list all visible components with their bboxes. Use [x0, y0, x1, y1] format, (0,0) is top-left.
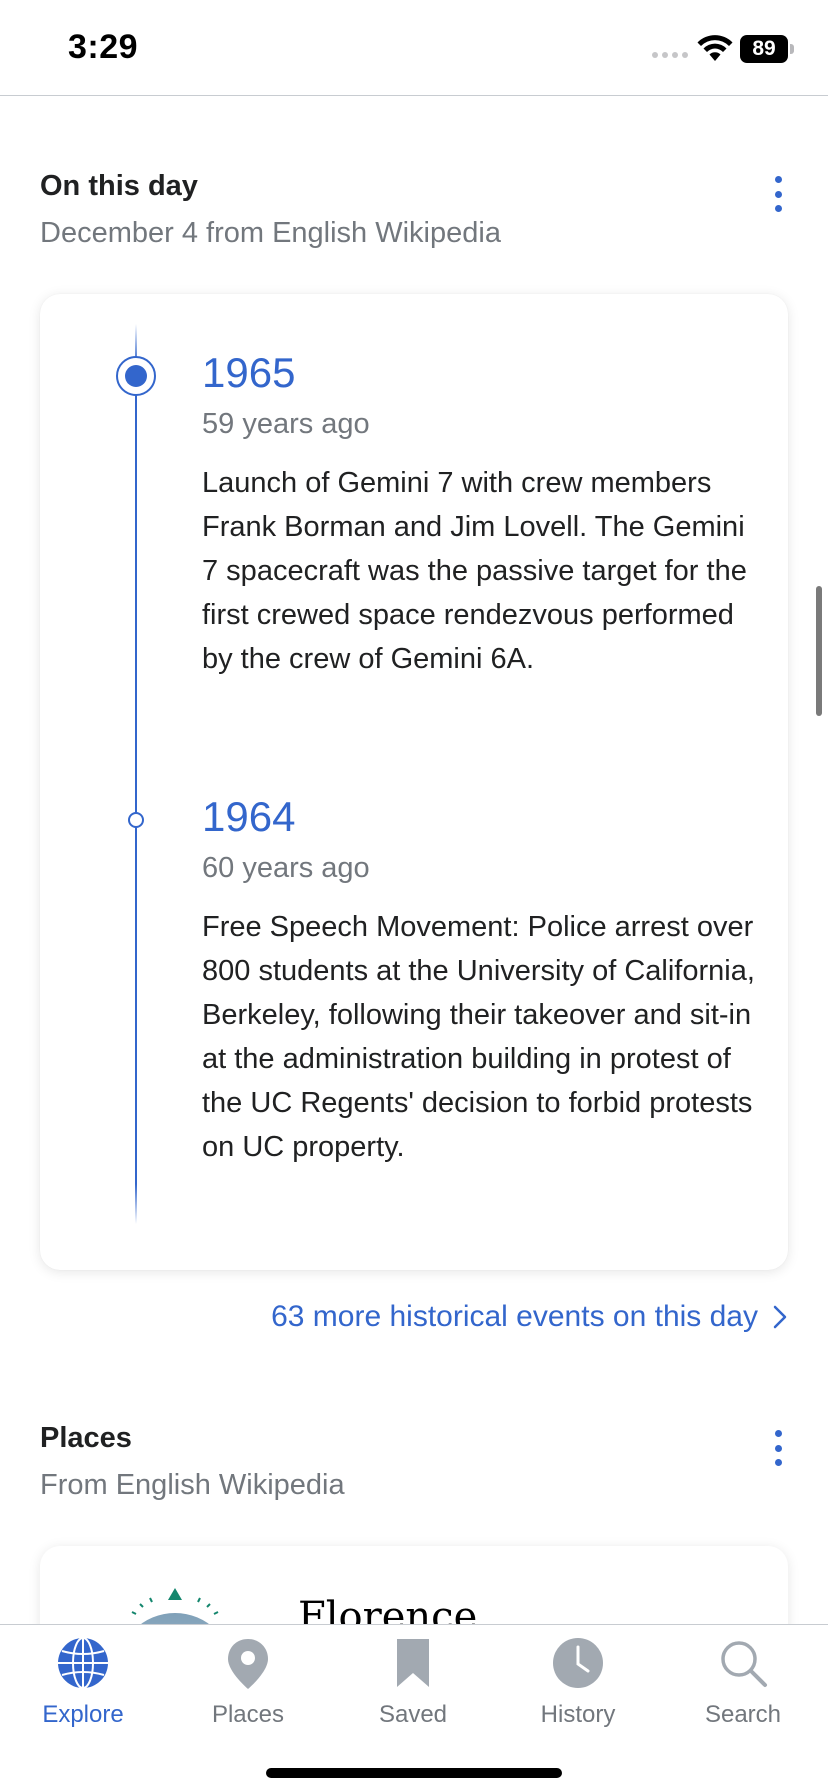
tab-label: Explore — [42, 1701, 124, 1728]
tab-explore[interactable]: Explore — [0, 1635, 166, 1745]
tab-places[interactable]: Places — [165, 1635, 331, 1745]
wifi-icon — [697, 35, 733, 61]
more-options-icon[interactable] — [768, 174, 788, 214]
tab-history[interactable]: History — [495, 1635, 661, 1745]
more-options-icon[interactable] — [768, 1428, 788, 1468]
tab-label: History — [540, 1701, 616, 1728]
tab-label: Places — [211, 1701, 285, 1728]
event-item[interactable]: 1965 59 years ago Launch of Gemini 7 wit… — [202, 350, 762, 681]
section-title: Places — [40, 1422, 132, 1454]
tab-saved[interactable]: Saved — [330, 1635, 496, 1745]
event-text: Launch of Gemini 7 with crew members Fra… — [202, 467, 747, 675]
on-this-day-header: On this day December 4 from English Wiki… — [40, 170, 788, 250]
timeline-dot — [128, 812, 144, 828]
places-header: Places From English Wikipedia — [40, 1422, 788, 1502]
event-year[interactable]: 1965 — [202, 350, 762, 396]
section-title: On this day — [40, 170, 198, 202]
timeline-dot-current — [116, 356, 156, 396]
bookmark-icon — [397, 1639, 429, 1687]
battery-level: 89 — [740, 35, 788, 63]
magnifier-icon — [721, 1641, 767, 1687]
timeline-line — [135, 324, 137, 1224]
more-events-link[interactable]: 63 more historical events on this day — [271, 1300, 788, 1334]
scrollbar[interactable] — [816, 586, 822, 716]
event-text: Free Speech Movement: Police arrest over… — [202, 911, 755, 1163]
event-year[interactable]: 1964 — [202, 794, 762, 840]
clock-icon — [553, 1638, 603, 1688]
section-subtitle: December 4 from English Wikipedia — [40, 217, 501, 249]
more-events-label[interactable]: 63 more historical events on this day — [271, 1300, 758, 1334]
chevron-right-icon — [773, 1305, 787, 1329]
tab-label: Saved — [378, 1701, 448, 1728]
status-time: 3:29 — [68, 28, 139, 66]
tab-search[interactable]: Search — [660, 1635, 826, 1745]
event-item[interactable]: 1964 60 years ago Free Speech Movement: … — [202, 794, 762, 1169]
event-ago: 60 years ago — [202, 852, 370, 884]
battery-icon: 89 — [740, 35, 794, 63]
event-ago: 59 years ago — [202, 408, 370, 440]
cellular-signal-icon — [652, 52, 688, 58]
globe-icon — [58, 1637, 108, 1689]
tab-label: Search — [704, 1701, 782, 1728]
status-bar: 3:29 89 — [0, 0, 828, 96]
section-subtitle: From English Wikipedia — [40, 1469, 345, 1501]
home-indicator — [266, 1768, 562, 1778]
map-pin-icon — [228, 1639, 268, 1689]
tab-bar: Explore Places Saved History Search — [0, 1624, 828, 1792]
on-this-day-card[interactable]: 1965 59 years ago Launch of Gemini 7 wit… — [40, 294, 788, 1270]
